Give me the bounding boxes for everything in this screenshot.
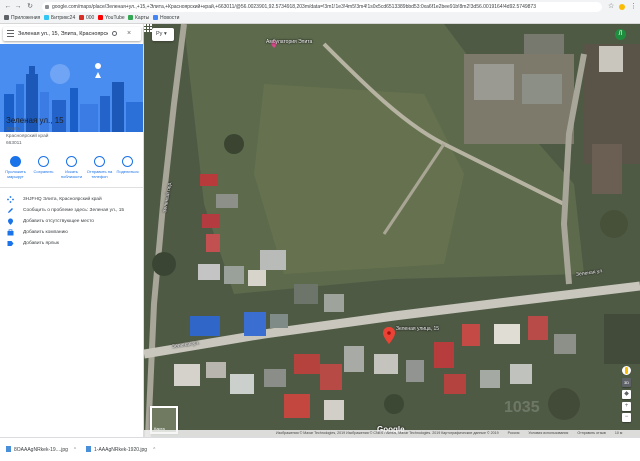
save-button[interactable]: Сохранить	[30, 156, 57, 174]
bookmarks-bar: Приложения Битрикс24 000 YouTube Карты Н…	[0, 13, 640, 23]
directions-button[interactable]: Проложить маршрут	[2, 156, 29, 179]
watermark: 1035	[504, 399, 540, 416]
bookmark-maps[interactable]: Карты	[128, 15, 149, 22]
extension-icon[interactable]	[619, 4, 625, 10]
nearby-icon	[66, 156, 77, 167]
share-icon	[122, 156, 133, 167]
chevron-up-icon[interactable]: ⌃	[152, 447, 156, 453]
bitrix-icon	[44, 15, 49, 20]
place-title: Зеленая ул., 15	[6, 116, 64, 125]
add-place-icon	[8, 218, 13, 225]
news-icon	[153, 15, 158, 20]
maps-icon	[128, 15, 133, 20]
image-file-icon	[6, 446, 11, 452]
apps-icon	[4, 15, 9, 20]
address-locality: Элита	[6, 127, 20, 132]
nearby-button[interactable]: Искать поблизости	[58, 156, 85, 179]
pegman-icon[interactable]	[622, 366, 631, 375]
bookmark-news[interactable]: Новости	[153, 15, 179, 22]
address-bar[interactable]: google.com/maps/place/Зеленая+ул.,+15,+Э…	[42, 2, 602, 12]
address-region: Красноярский край	[6, 134, 49, 139]
zoom-in-button[interactable]: +	[622, 402, 631, 411]
zoom-out-button[interactable]: −	[622, 413, 631, 422]
directions-icon	[10, 156, 21, 167]
search-icon[interactable]	[112, 31, 117, 36]
add-place-row[interactable]: Добавить отсутствующее место	[7, 218, 141, 226]
label-icon	[7, 241, 14, 246]
menu-icon[interactable]	[7, 30, 14, 38]
plus-code-icon	[7, 196, 14, 203]
reload-icon[interactable]: ↻	[26, 3, 34, 11]
pencil-icon	[8, 208, 13, 213]
report-problem-row[interactable]: Сообщить о проблеме здесь: Зеленая ул., …	[7, 207, 141, 215]
send-to-phone-button[interactable]: Отправить на телефон	[86, 156, 113, 179]
url-text: google.com/maps/place/Зеленая+ул.,+15,+Э…	[52, 4, 536, 10]
download-bar: 8OAAAgNRkek-19....jpg ⌃ 1-AAAgNRkek-1920.…	[0, 437, 640, 461]
search-input[interactable]: Зеленая ул., 15, Элита, Красноярский	[18, 27, 108, 41]
3d-toggle[interactable]: 3D	[622, 378, 631, 387]
divider	[0, 187, 143, 188]
place-actions: Проложить маршрут Сохранить Искать побли…	[2, 156, 142, 186]
lock-icon	[45, 5, 49, 9]
send-to-phone-icon	[94, 156, 105, 167]
search-box[interactable]: Зеленая ул., 15, Элита, Красноярский ×	[3, 27, 141, 41]
satellite-map[interactable]: Зеленая улица, 15 Амбулатория Элита Зеле…	[144, 24, 640, 437]
bookmark-apps[interactable]: Приложения	[4, 15, 40, 22]
add-label-row[interactable]: Добавить ярлык	[7, 240, 141, 248]
browser-chrome: ← → ↻ google.com/maps/place/Зеленая+ул.,…	[0, 0, 640, 24]
chevron-up-icon[interactable]: ⌃	[73, 447, 77, 453]
feedback-link[interactable]: Отправить отзыв	[577, 431, 606, 435]
download-item-2[interactable]: 1-AAAgNRkek-1920.jpg ⌃	[86, 446, 156, 455]
terms-link[interactable]: Условия использования	[528, 431, 568, 435]
bookmark-bitrix[interactable]: Битрикс24	[44, 15, 75, 22]
attribution-text: Изображения © Maxar Technologies, 2019 И…	[276, 431, 499, 435]
add-business-row[interactable]: Добавить компанию	[7, 229, 141, 237]
plus-code-row[interactable]: 3HJFHQ Элита, Красноярский край	[7, 196, 141, 204]
close-icon[interactable]: ×	[127, 29, 131, 38]
bookmark-icon	[79, 15, 84, 20]
pin-label[interactable]: Зеленая улица, 15	[396, 326, 439, 332]
forward-icon[interactable]: →	[14, 3, 22, 11]
scale-label[interactable]: 10 м	[615, 431, 622, 435]
download-item-1[interactable]: 8OAAAgNRkek-19....jpg ⌃	[6, 446, 77, 455]
poi-label[interactable]: Амбулатория Элита	[266, 39, 312, 45]
account-avatar[interactable]: Л	[615, 29, 626, 40]
image-file-icon	[86, 446, 91, 452]
browser-menu-icon[interactable]: ⋮	[630, 3, 637, 10]
google-apps-icon[interactable]	[144, 24, 152, 32]
bookmark-youtube[interactable]: YouTube	[98, 15, 125, 22]
place-panel: Зеленая ул., 15, Элита, Красноярский × З…	[0, 24, 144, 437]
satellite-imagery	[144, 24, 640, 437]
star-icon[interactable]: ☆	[608, 3, 614, 10]
compass-icon[interactable]: ◆	[622, 390, 631, 399]
address-postcode: 663011	[6, 141, 22, 146]
map-footer: Изображения © Maxar Technologies, 2019 И…	[144, 430, 640, 437]
footer-country[interactable]: Россия	[508, 431, 520, 435]
language-button[interactable]: Ру ▾	[152, 28, 174, 41]
share-button[interactable]: Поделиться	[114, 156, 141, 174]
bookmark-000[interactable]: 000	[79, 15, 94, 22]
business-icon	[7, 229, 14, 236]
youtube-icon	[98, 15, 103, 20]
back-icon[interactable]: ←	[4, 3, 12, 11]
save-icon	[38, 156, 49, 167]
